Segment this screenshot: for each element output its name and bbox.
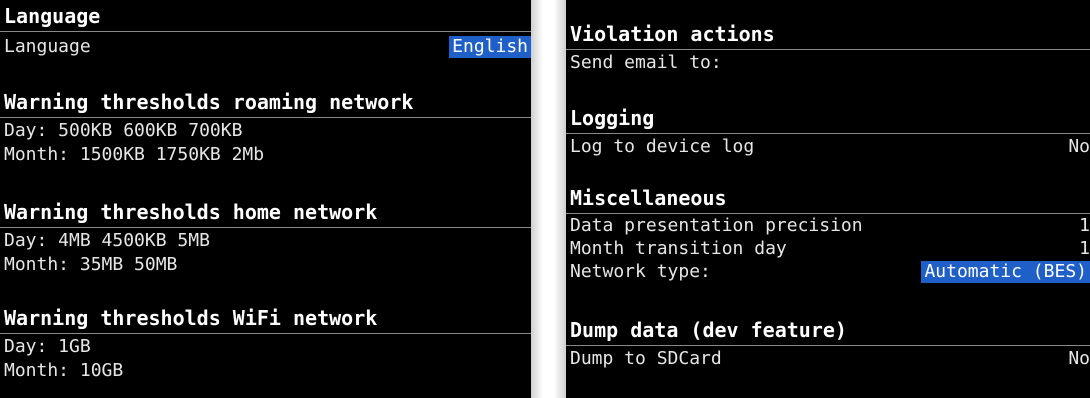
precision-value[interactable]: 1 [1079, 217, 1090, 235]
language-dropdown[interactable]: English [449, 36, 531, 58]
section-divider [0, 333, 531, 334]
roaming-month-thresholds[interactable]: Month: 1500KB 1750KB 2Mb [4, 146, 531, 164]
section-divider [566, 49, 1090, 50]
log-to-device-value[interactable]: No [1068, 138, 1090, 156]
section-divider [566, 133, 1090, 134]
home-month-thresholds[interactable]: Month: 35MB 50MB [4, 256, 531, 274]
log-to-device-label: Log to device log [570, 136, 755, 157]
section-header-language: Language [4, 4, 101, 28]
log-to-device-row[interactable]: Log to device log No [570, 138, 1090, 156]
language-label: Language [4, 36, 91, 57]
wifi-day-thresholds[interactable]: Day: 1GB [4, 338, 531, 356]
section-header-dump: Dump data (dev feature) [570, 318, 847, 342]
section-divider [566, 213, 1090, 214]
section-divider [0, 31, 531, 32]
precision-row[interactable]: Data presentation precision 1 [570, 217, 1090, 235]
send-email-row[interactable]: Send email to: [570, 54, 1090, 72]
network-type-dropdown[interactable]: Automatic (BES) [921, 261, 1090, 283]
precision-label: Data presentation precision [570, 215, 863, 236]
language-setting-row[interactable]: Language English [4, 36, 531, 58]
month-transition-row[interactable]: Month transition day 1 [570, 240, 1090, 258]
network-type-label: Network type: [570, 261, 711, 282]
month-transition-value[interactable]: 1 [1079, 240, 1090, 258]
screen-shadow [554, 0, 566, 398]
section-header-violation: Violation actions [570, 22, 775, 46]
section-header-home: Warning thresholds home network [4, 200, 378, 224]
dump-sdcard-row[interactable]: Dump to SDCard No [570, 350, 1090, 368]
month-transition-label: Month transition day [570, 238, 787, 259]
section-header-logging: Logging [570, 106, 655, 130]
section-header-roaming: Warning thresholds roaming network [4, 90, 414, 114]
dump-sdcard-label: Dump to SDCard [570, 348, 722, 369]
settings-screen-right: Violation actions Send email to: Logging… [566, 0, 1090, 398]
section-divider [0, 117, 531, 118]
screen-shadow [531, 0, 543, 398]
section-header-misc: Miscellaneous [570, 186, 727, 210]
dump-sdcard-value[interactable]: No [1068, 350, 1090, 368]
settings-screen-left: Language Language English Warning thresh… [0, 0, 531, 398]
network-type-row[interactable]: Network type: Automatic (BES) [570, 261, 1090, 283]
home-day-thresholds[interactable]: Day: 4MB 4500KB 5MB [4, 232, 531, 250]
send-email-label: Send email to: [570, 52, 722, 73]
section-header-wifi: Warning thresholds WiFi network [4, 306, 378, 330]
wifi-month-thresholds[interactable]: Month: 10GB [4, 362, 531, 380]
section-divider [0, 227, 531, 228]
roaming-day-thresholds[interactable]: Day: 500KB 600KB 700KB [4, 122, 531, 140]
section-divider [566, 345, 1090, 346]
